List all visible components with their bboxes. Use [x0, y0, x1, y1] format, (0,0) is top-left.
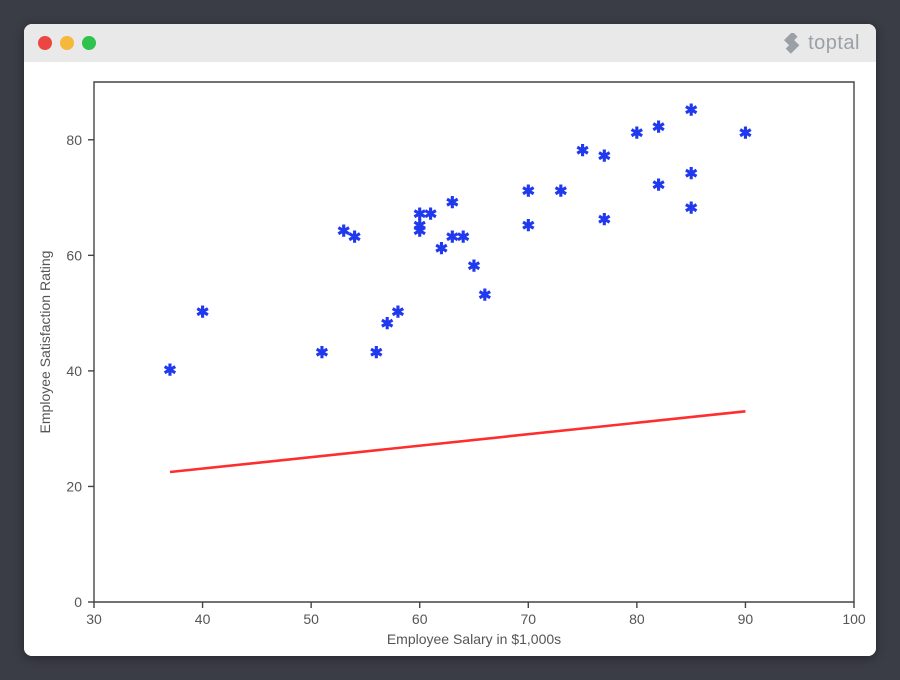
y-tick-label: 60 [66, 247, 82, 263]
maximize-icon[interactable] [82, 36, 96, 50]
data-point: ✱ [478, 287, 491, 304]
close-icon[interactable] [38, 36, 52, 50]
data-point: ✱ [456, 230, 469, 247]
chart-svg: 30 40 50 60 70 80 90 100 0 20 40 60 80 Employee Salar… [24, 62, 876, 656]
brand-logo: toptal [784, 32, 860, 55]
data-point: ✱ [424, 206, 437, 223]
x-tick-label: 60 [412, 611, 428, 627]
data-point: ✱ [370, 345, 383, 362]
minimize-icon[interactable] [60, 36, 74, 50]
app-window: toptal 30 40 50 60 70 80 90 100 0 20 40 60 80 Employe… [24, 24, 876, 656]
data-point: ✱ [684, 166, 697, 183]
x-axis-label: Employee Salary in $1,000s [387, 631, 561, 647]
data-point: ✱ [739, 126, 752, 143]
x-tick-label: 30 [86, 611, 102, 627]
titlebar: toptal [24, 24, 876, 63]
x-tick-label: 70 [520, 611, 536, 627]
chart: 30 40 50 60 70 80 90 100 0 20 40 60 80 Employee Salar… [24, 62, 876, 656]
brand-name: toptal [808, 32, 860, 55]
x-tick-label: 100 [842, 611, 866, 627]
x-tick-label: 50 [303, 611, 319, 627]
data-point: ✱ [684, 102, 697, 119]
data-point: ✱ [652, 178, 665, 195]
window-controls [38, 36, 96, 50]
data-point: ✱ [522, 218, 535, 235]
regression-line [170, 411, 745, 472]
axis-box [94, 82, 854, 602]
data-point: ✱ [522, 183, 535, 200]
data-point: ✱ [684, 201, 697, 218]
data-point: ✱ [652, 120, 665, 137]
data-point: ✱ [315, 345, 328, 362]
data-point: ✱ [554, 183, 567, 200]
data-point: ✱ [598, 212, 611, 229]
y-axis-label: Employee Satisfaction Rating [37, 251, 53, 434]
data-point: ✱ [391, 305, 404, 322]
toptal-logo-icon [784, 33, 802, 55]
data-point: ✱ [598, 149, 611, 166]
data-point: ✱ [630, 126, 643, 143]
x-tick-label: 90 [738, 611, 754, 627]
y-tick-label: 0 [74, 594, 82, 610]
y-tick-label: 80 [66, 132, 82, 148]
x-tick-label: 80 [629, 611, 645, 627]
data-point: ✱ [348, 230, 361, 247]
y-tick-label: 40 [66, 363, 82, 379]
x-tick-label: 40 [195, 611, 211, 627]
data-point: ✱ [196, 305, 209, 322]
data-point: ✱ [467, 258, 480, 275]
y-tick-label: 20 [66, 478, 82, 494]
data-point: ✱ [163, 362, 176, 379]
data-point: ✱ [446, 195, 459, 212]
data-point: ✱ [576, 143, 589, 160]
